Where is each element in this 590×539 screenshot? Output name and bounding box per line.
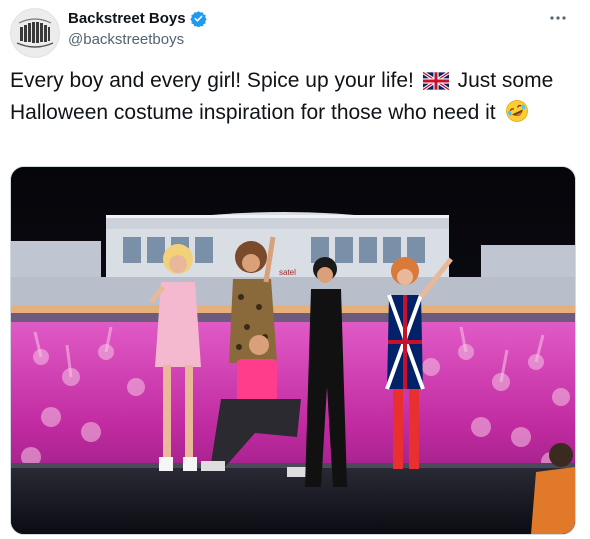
photo-scene: satel bbox=[11, 167, 575, 534]
tweet-card[interactable]: Backstreet Boys @backstreetboys Every bo… bbox=[0, 0, 590, 539]
verified-badge-icon bbox=[189, 10, 207, 28]
more-options-icon[interactable] bbox=[544, 8, 572, 28]
rolling-on-floor-laughing-icon bbox=[505, 99, 529, 131]
author-display-name[interactable]: Backstreet Boys bbox=[68, 10, 186, 27]
tweet-text: Every boy and every girl! Spice up your … bbox=[10, 66, 575, 131]
uk-flag-icon bbox=[421, 69, 450, 98]
tweet-photo[interactable]: satel bbox=[10, 166, 576, 535]
tweet-text-part1: Every boy and every girl! Spice up your … bbox=[10, 69, 414, 92]
stage-sign-text: satel bbox=[279, 268, 296, 277]
author-name-row[interactable]: Backstreet Boys bbox=[68, 10, 207, 28]
author-handle[interactable]: @backstreetboys bbox=[68, 31, 184, 48]
band-logo-avatar[interactable] bbox=[10, 8, 60, 58]
stage-floor bbox=[11, 467, 575, 534]
